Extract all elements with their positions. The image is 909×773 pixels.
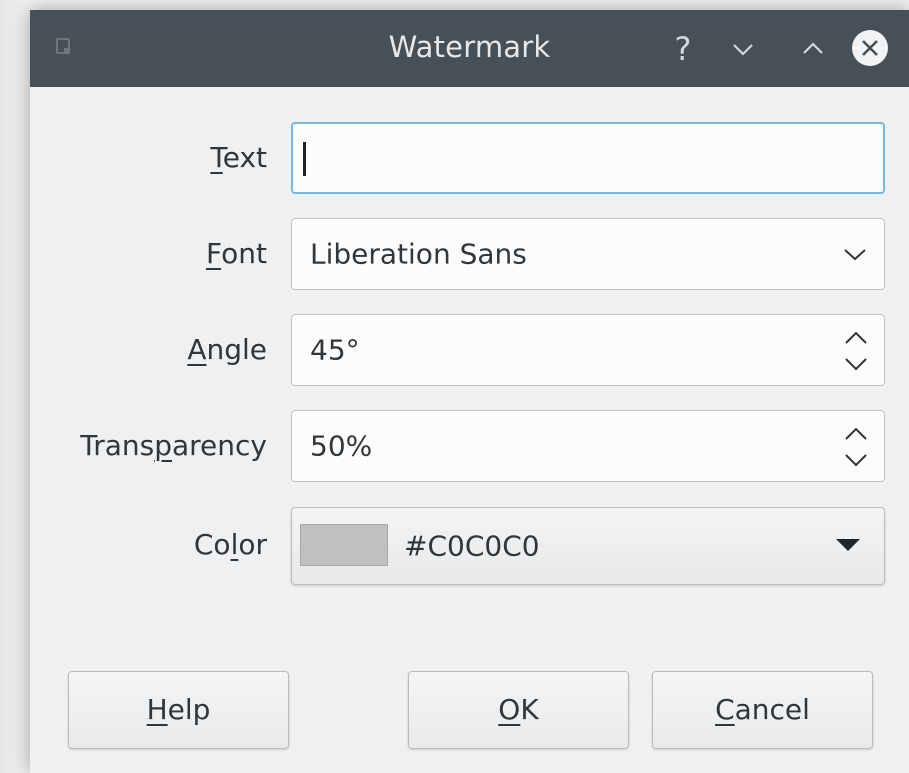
font-label: Font xyxy=(206,237,267,270)
window-title: Watermark xyxy=(388,30,551,64)
dialog-content: Text Font Liberation Sans Angle 45° Tran… xyxy=(30,87,909,773)
transparency-spinbox[interactable]: 50% xyxy=(291,410,885,482)
title-bar[interactable]: Watermark ? xyxy=(30,10,909,87)
ok-button[interactable]: OK xyxy=(408,671,629,749)
maximize-chevron-up-icon[interactable] xyxy=(796,32,830,66)
text-input[interactable] xyxy=(291,122,885,194)
help-question-icon[interactable]: ? xyxy=(666,32,700,66)
help-button[interactable]: Help xyxy=(68,671,289,749)
transparency-value: 50% xyxy=(310,429,373,463)
cancel-button[interactable]: Cancel xyxy=(652,671,873,749)
angle-value: 45° xyxy=(310,333,360,367)
color-picker-button[interactable]: #C0C0C0 xyxy=(291,507,885,585)
angle-spin-arrows-icon[interactable] xyxy=(842,325,870,377)
close-icon[interactable] xyxy=(852,30,888,66)
color-label: Color xyxy=(193,528,267,561)
angle-label: Angle xyxy=(187,333,267,366)
text-label: Text xyxy=(210,141,267,174)
transparency-label: Transparency xyxy=(80,429,267,462)
angle-spinbox[interactable]: 45° xyxy=(291,314,885,386)
color-swatch xyxy=(300,524,388,566)
font-combobox[interactable]: Liberation Sans xyxy=(291,218,885,290)
minimize-chevron-down-icon[interactable] xyxy=(726,32,760,66)
chevron-down-icon[interactable] xyxy=(842,245,868,263)
dropdown-triangle-icon[interactable] xyxy=(836,539,860,551)
watermark-dialog: Watermark ? Text Font Liberation Sans An… xyxy=(30,10,909,773)
transparency-spin-arrows-icon[interactable] xyxy=(842,421,870,473)
font-value: Liberation Sans xyxy=(310,237,527,271)
text-cursor xyxy=(303,142,306,176)
color-value: #C0C0C0 xyxy=(404,529,540,563)
